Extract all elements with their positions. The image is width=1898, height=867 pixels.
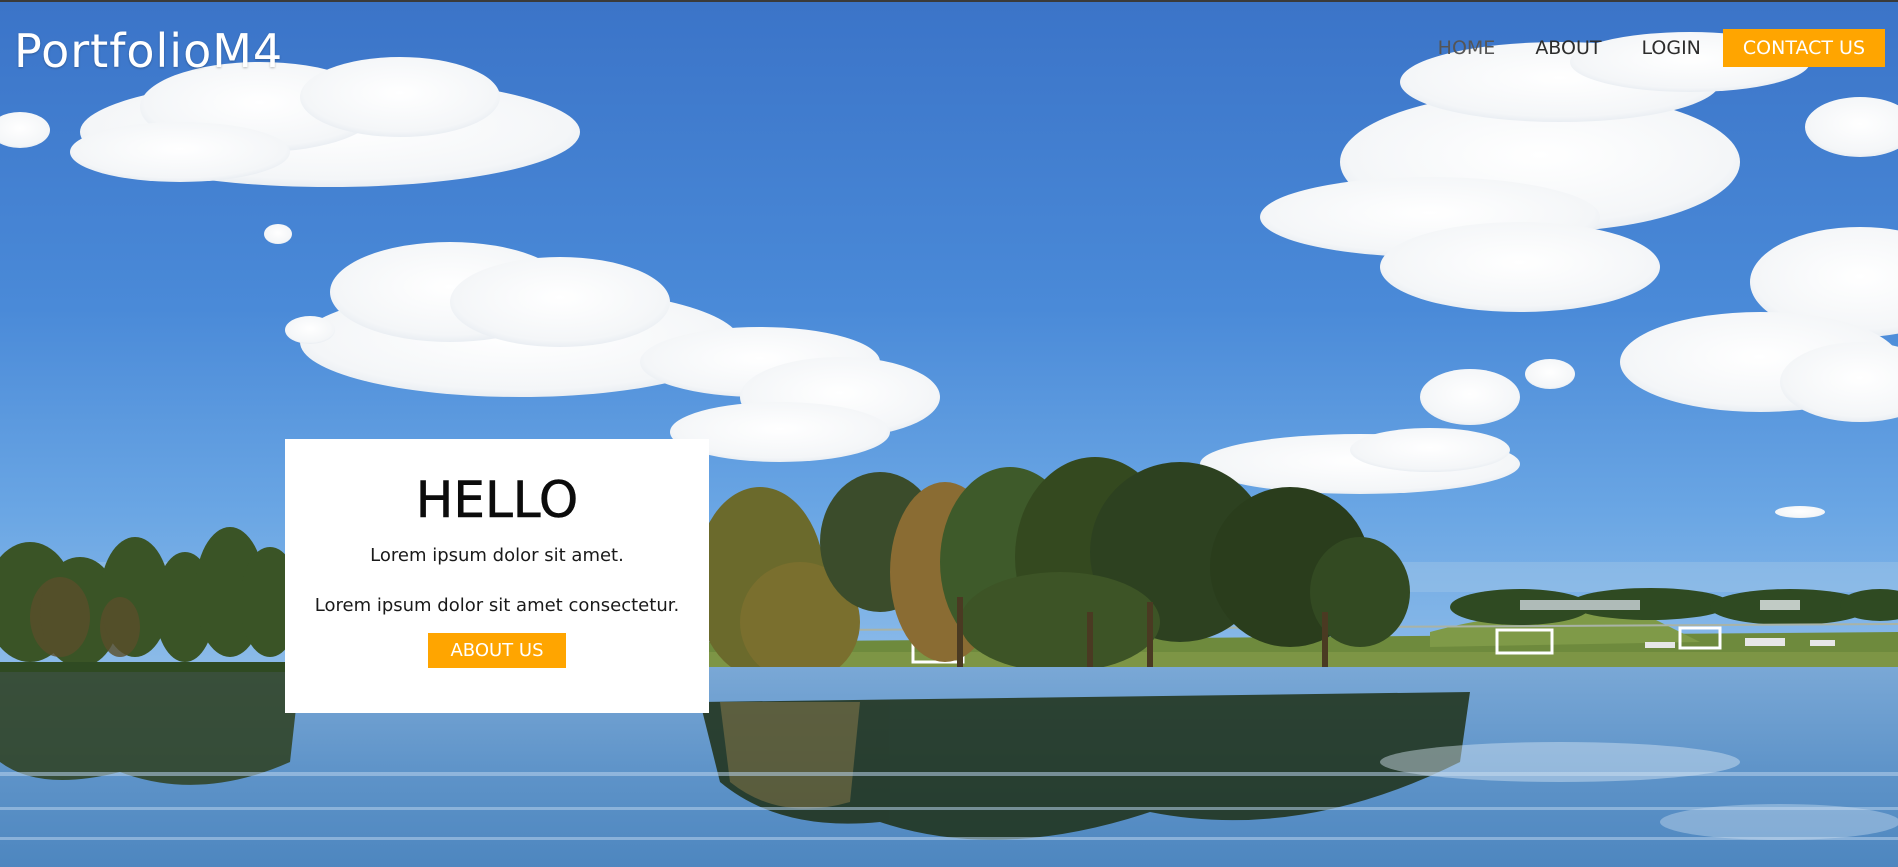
hero-background-image bbox=[0, 2, 1898, 867]
nav-item-login[interactable]: LOGIN bbox=[1621, 29, 1720, 67]
nav-item-home[interactable]: HOME bbox=[1418, 29, 1516, 67]
nav-item-about[interactable]: ABOUT bbox=[1515, 29, 1621, 67]
hero-card: HELLO Lorem ipsum dolor sit amet. Lorem … bbox=[285, 439, 709, 713]
hero-title: HELLO bbox=[415, 471, 579, 529]
about-us-button[interactable]: ABOUT US bbox=[428, 633, 566, 668]
hero-section: PortfolioM4 HOME ABOUT LOGIN CONTACT US … bbox=[0, 0, 1898, 867]
hero-text-line-2: Lorem ipsum dolor sit amet consectetur. bbox=[314, 595, 680, 616]
hero-text-line-1: Lorem ipsum dolor sit amet. bbox=[370, 545, 624, 566]
contact-us-button[interactable]: CONTACT US bbox=[1722, 29, 1885, 67]
main-nav: HOME ABOUT LOGIN CONTACT US bbox=[1418, 29, 1885, 67]
site-logo[interactable]: PortfolioM4 bbox=[14, 24, 283, 78]
